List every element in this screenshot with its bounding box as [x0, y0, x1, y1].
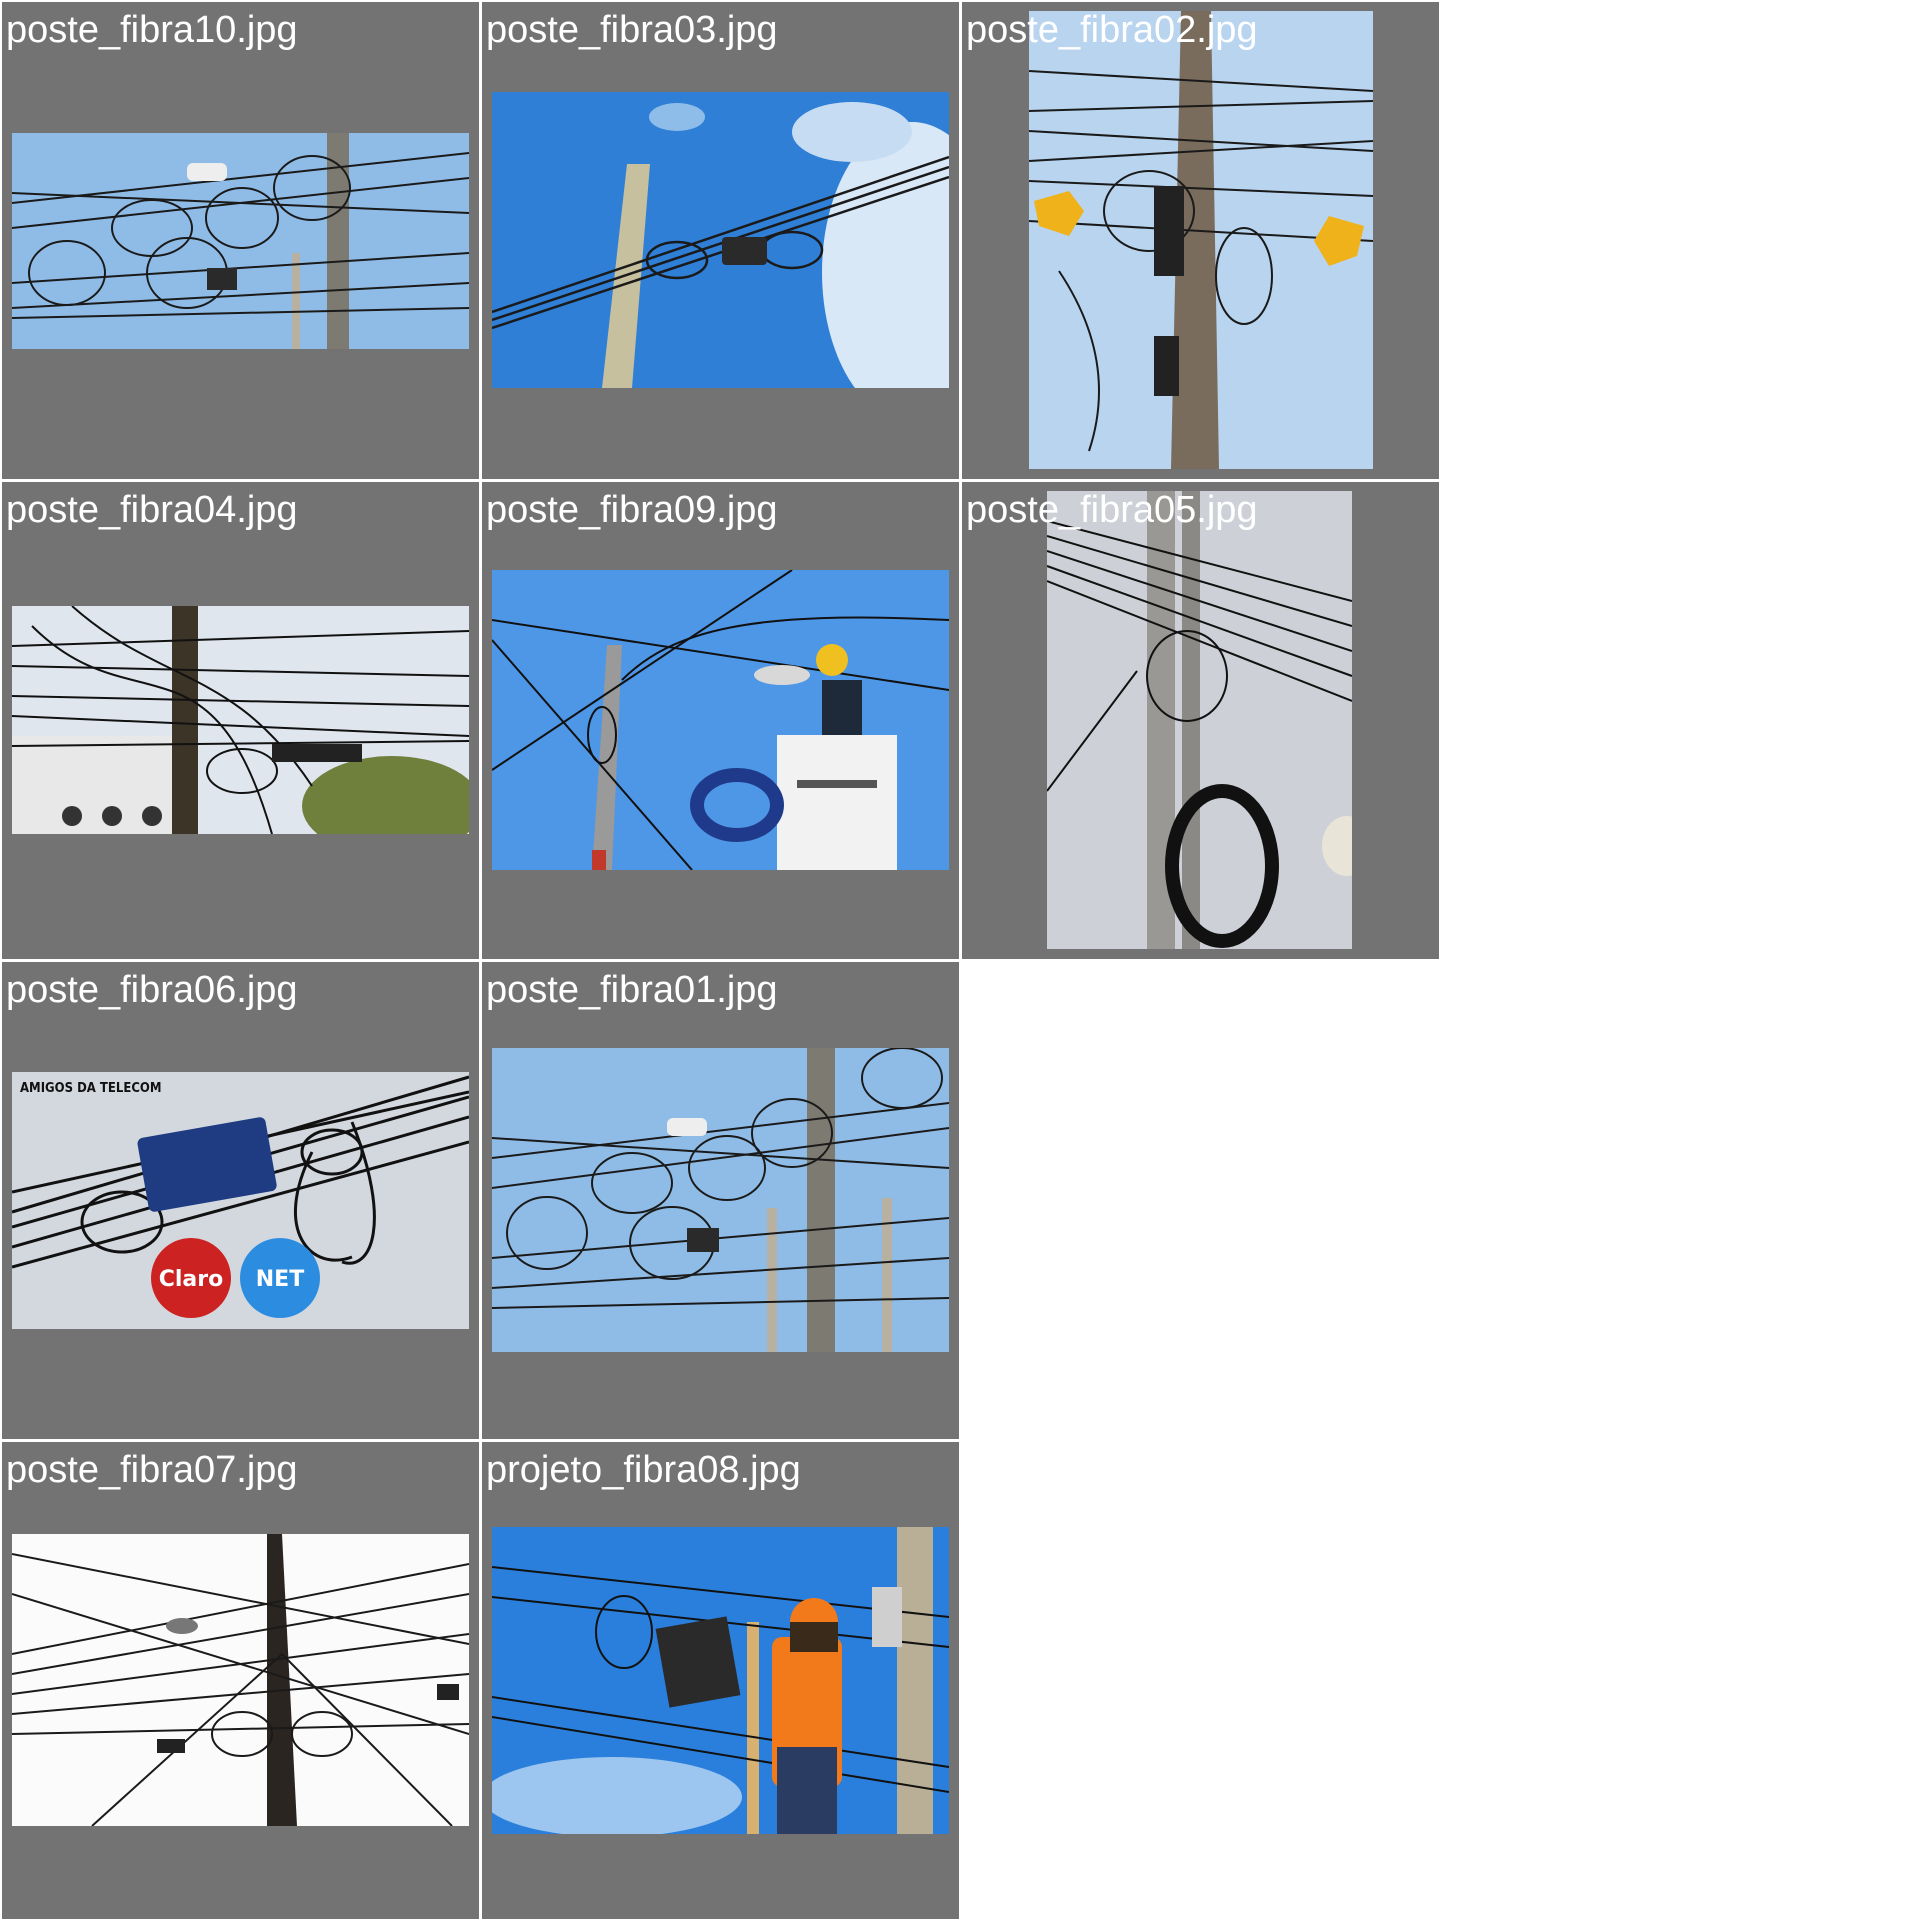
file-name-label: poste_fibra01.jpg [486, 969, 778, 1011]
file-name-label: poste_fibra04.jpg [6, 489, 298, 531]
file-name-label: poste_fibra10.jpg [6, 9, 298, 51]
gallery-tile[interactable]: poste_fibra03.jpg [482, 2, 959, 479]
thumbnail-image[interactable] [492, 570, 949, 870]
gallery-tile[interactable]: poste_fibra09.jpg [482, 482, 959, 959]
watermark-badge: AMIGOS DA TELECOM [20, 1081, 161, 1096]
gallery-tile[interactable]: poste_fibra04.jpg [2, 482, 479, 959]
thumbnail-image[interactable] [12, 606, 469, 834]
thumbnail-image[interactable] [492, 1048, 949, 1352]
file-name-label: poste_fibra03.jpg [486, 9, 778, 51]
gallery-tile[interactable]: poste_fibra02.jpg [962, 2, 1439, 479]
file-name-label: projeto_fibra08.jpg [486, 1449, 801, 1491]
thumbnail-image[interactable] [12, 1534, 469, 1826]
gallery-tile[interactable]: poste_fibra07.jpg [2, 1442, 479, 1919]
thumbnail-image[interactable] [492, 1527, 949, 1834]
file-name-label: poste_fibra07.jpg [6, 1449, 298, 1491]
thumbnail-image[interactable] [1047, 491, 1352, 949]
thumbnail-image[interactable] [1029, 11, 1373, 469]
gallery-tile[interactable]: poste_fibra05.jpg [962, 482, 1439, 959]
thumbnail-image[interactable]: Claro NET AMIGOS DA TELECOM [12, 1072, 469, 1329]
thumbnail-image[interactable] [12, 133, 469, 349]
file-name-label: poste_fibra09.jpg [486, 489, 778, 531]
file-name-label: poste_fibra06.jpg [6, 969, 298, 1011]
file-name-label: poste_fibra02.jpg [966, 9, 1258, 51]
gallery-tile[interactable]: projeto_fibra08.jpg [482, 1442, 959, 1919]
net-logo: NET [256, 1267, 304, 1292]
gallery-tile[interactable]: poste_fibra01.jpg [482, 962, 959, 1439]
thumbnail-image[interactable] [492, 92, 949, 388]
file-name-label: poste_fibra05.jpg [966, 489, 1258, 531]
gallery-tile[interactable]: poste_fibra10.jpg [2, 2, 479, 479]
claro-logo: Claro [159, 1267, 224, 1292]
gallery-tile[interactable]: poste_fibra06.jpg Claro NET AMIGOS DA TE… [2, 962, 479, 1439]
